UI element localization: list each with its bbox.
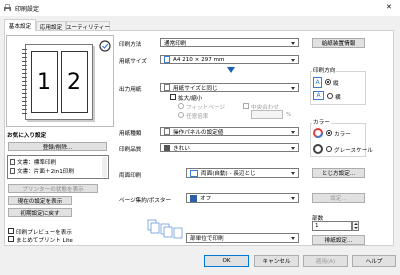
ok-button[interactable]: OK [204, 255, 249, 267]
output-settings-button[interactable]: 排紙設定... [312, 235, 365, 245]
collate-select[interactable]: 部単位で印刷 [186, 233, 299, 243]
grayscale-label: グレースケール [334, 148, 373, 154]
spinner-down-icon[interactable] [354, 227, 358, 229]
landscape-icon: A [313, 91, 324, 100]
paper-type-label: 用紙種類 [119, 131, 142, 137]
duplex-icon [190, 169, 198, 177]
document-icon [10, 168, 15, 174]
color-radio[interactable] [326, 130, 332, 136]
nup-settings-button[interactable]: 設定... [312, 193, 365, 203]
custom-scale-radio[interactable] [178, 112, 184, 118]
preview-sheet: 1 2 [22, 44, 93, 120]
print-method-label: 印刷方法 [119, 42, 142, 48]
nup-select[interactable]: オフ [186, 193, 299, 203]
paper-icon [164, 128, 170, 135]
tab-basic[interactable]: 基本設定 [4, 19, 36, 31]
batch-print-checkbox[interactable] [8, 236, 14, 242]
nup-value: オフ [200, 196, 212, 202]
color-mode-label: カラー [312, 118, 331, 126]
paper-size-select[interactable]: A4 210 × 297 mm [160, 55, 299, 64]
duplex-label: 両面印刷 [119, 173, 142, 179]
preview-page-2: 2 [61, 51, 88, 113]
reset-defaults-button[interactable]: 初期設定に戻す [8, 208, 72, 217]
print-method-select[interactable]: 通常印刷 [160, 38, 299, 47]
paper-size-label: 用紙サイズ [119, 59, 147, 65]
page-number-2: 2 [67, 70, 81, 95]
output-size-value: 用紙サイズと同じ [173, 85, 218, 92]
portrait-label: 縦 [333, 81, 339, 87]
output-size-label: 出力用紙 [119, 87, 142, 93]
favorites-item[interactable]: 文書：標準印刷 [10, 158, 100, 166]
center-checkbox[interactable] [243, 103, 249, 109]
percent-label: % [286, 112, 292, 118]
paper-size-value: A4 210 × 297 mm [173, 56, 225, 63]
print-preview-label: 印刷プレビューを表示 [16, 230, 72, 236]
custom-scale-input[interactable] [251, 110, 283, 119]
paper-type-value: 操作パネルの設定値 [173, 129, 224, 136]
help-button[interactable]: ヘルプ [352, 255, 396, 267]
copies-spinner[interactable] [352, 221, 359, 231]
batch-print-label: まとめてプリント Lite [16, 238, 73, 244]
printer-icon [4, 4, 11, 12]
print-preview-checkbox[interactable] [8, 228, 14, 234]
favorites-item-label: 文書：標準印刷 [17, 160, 57, 166]
color-wheel-icon [313, 128, 323, 138]
duplex-value: 両面(自動) - 長辺とじ [201, 171, 256, 177]
window-title: 印刷設定 [15, 6, 40, 13]
grayscale-radio[interactable] [326, 146, 332, 152]
printer-status-button[interactable]: プリンターの状態を表示 [8, 184, 98, 193]
document-icon [10, 159, 15, 165]
paper-type-select[interactable]: 操作パネルの設定値 [160, 127, 299, 136]
fit-page-label: フィットページ [186, 105, 225, 111]
custom-scale-label: 任意倍率 [186, 114, 209, 120]
favorites-scrollbar[interactable] [102, 157, 107, 177]
window-close-button[interactable]: ✕ [386, 3, 392, 11]
print-settings-dialog: 印刷設定 ✕ 基本設定 応用設定 ユーティリティー 1 2 お気に入り設定 登録… [0, 0, 400, 275]
scale-checkbox[interactable] [170, 94, 176, 100]
binding-edge [22, 49, 27, 115]
copies-input[interactable]: 1 [312, 221, 352, 231]
landscape-label: 横 [335, 95, 341, 101]
scale-label: 拡大/縮小 [178, 96, 203, 102]
color-option-label: カラー [334, 132, 351, 138]
paper-source-info-button[interactable]: 給紙装置情報 [312, 38, 365, 48]
orientation-label: 印刷方向 [312, 66, 337, 74]
portrait-icon: A [313, 77, 322, 88]
favorites-label: お気に入り設定 [7, 133, 47, 139]
duplex-select[interactable]: 両面(自動) - 長辺とじ [186, 168, 299, 178]
title-bar: 印刷設定 ✕ [0, 0, 400, 16]
preview-page-1: 1 [31, 51, 58, 113]
quality-label: 印刷品質 [119, 147, 142, 153]
binding-settings-button[interactable]: とじ方設定... [312, 168, 365, 178]
spinner-up-icon[interactable] [354, 223, 358, 225]
output-size-select[interactable]: 用紙サイズと同じ [160, 83, 299, 92]
quality-icon [164, 144, 170, 151]
paper-icon [164, 56, 170, 63]
paper-icon [164, 84, 170, 91]
layout-preview: 1 2 [6, 35, 114, 127]
settings-badge-icon [99, 40, 111, 52]
favorites-list[interactable]: 文書：標準印刷 文書：片面＋2in1印刷 [7, 155, 109, 179]
portrait-radio[interactable] [325, 79, 331, 85]
nup-icon [190, 194, 197, 202]
quality-value: きれい [173, 145, 190, 152]
apply-button[interactable]: 適用(A) [303, 255, 348, 267]
fit-page-radio[interactable] [178, 103, 184, 109]
favorites-item[interactable]: 文書：片面＋2in1印刷 [10, 167, 100, 175]
nup-label: ページ集約/ポスター [119, 198, 172, 204]
favorites-register-button[interactable]: 登録/削除... [8, 142, 107, 151]
page-number-1: 1 [37, 70, 51, 95]
quality-select[interactable]: きれい [160, 143, 299, 152]
arrow-down-icon [227, 67, 235, 73]
favorites-item-label: 文書：片面＋2in1印刷 [17, 169, 74, 175]
show-current-settings-button[interactable]: 現在の設定を表示 [8, 196, 72, 205]
landscape-radio[interactable] [327, 93, 333, 99]
collate-pages-icon [147, 219, 183, 239]
cancel-button[interactable]: キャンセル [254, 255, 299, 267]
grayscale-icon [313, 144, 323, 154]
